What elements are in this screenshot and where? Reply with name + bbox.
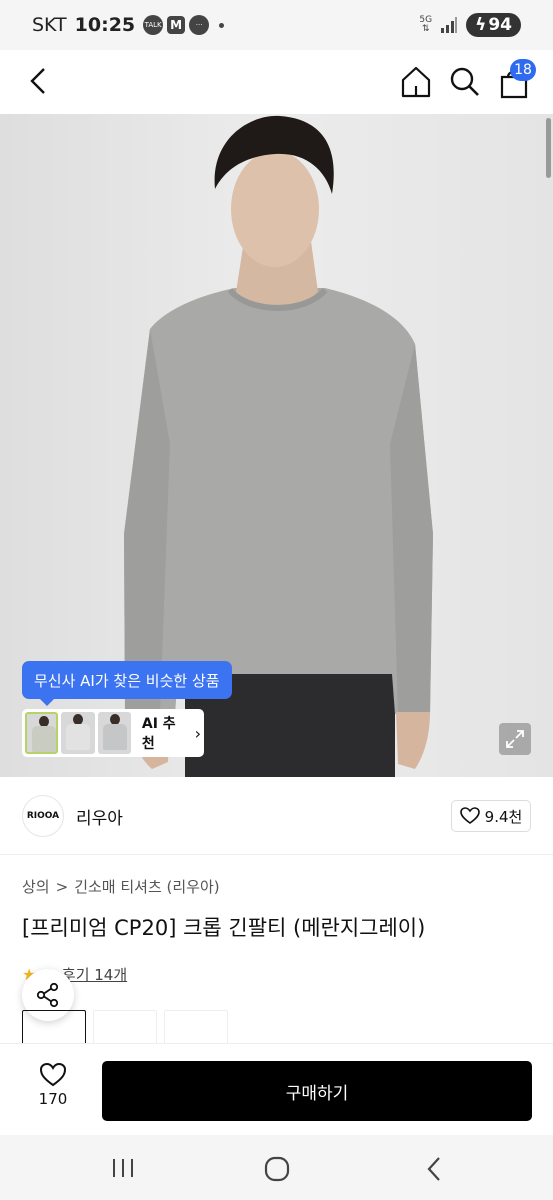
carrier-label: SKT <box>32 14 67 36</box>
breadcrumb: 상의 > 긴소매 티셔츠 (리우아) <box>22 876 220 897</box>
option-tiles <box>22 1010 228 1044</box>
recent-apps-icon[interactable] <box>108 1157 138 1179</box>
breadcrumb-separator: > <box>55 877 69 896</box>
similar-product-thumbnail[interactable] <box>25 712 59 754</box>
ai-similar-tooltip: 무신사 AI가 찾은 비슷한 상품 <box>22 661 232 706</box>
signal-icon <box>441 17 458 33</box>
heart-icon <box>39 1062 67 1087</box>
battery-indicator: ϟ 94 <box>466 13 521 37</box>
purchase-bar: 170 구매하기 <box>0 1043 553 1135</box>
back-nav-icon[interactable] <box>422 1155 446 1183</box>
system-nav-bar <box>0 1135 553 1200</box>
brand-row: RIOOA 리우아 9.4천 <box>0 777 553 855</box>
status-bar: SKT 10:25 TALK M ··· 5G ⇅ ϟ 94 <box>0 0 553 50</box>
ai-recommend-label: AI 추천 <box>141 716 176 752</box>
network-icon: 5G ⇅ <box>419 15 433 34</box>
cart-badge: 18 <box>510 59 536 81</box>
buy-button[interactable]: 구매하기 <box>102 1061 532 1121</box>
share-icon <box>36 982 59 1008</box>
brand-logo[interactable]: RIOOA <box>22 795 64 837</box>
option-tile[interactable] <box>164 1010 228 1044</box>
talk-icon: TALK <box>143 15 164 35</box>
brand-name[interactable]: 리우아 <box>76 804 123 829</box>
status-right: 5G ⇅ ϟ 94 <box>419 13 521 37</box>
home-icon[interactable] <box>398 64 434 100</box>
breadcrumb-item[interactable]: 상의 <box>22 876 50 897</box>
breadcrumb-item[interactable]: 긴소매 티셔츠 (리우아) <box>74 876 219 897</box>
heart-icon <box>459 807 480 824</box>
clock: 10:25 <box>74 14 136 36</box>
back-button[interactable] <box>22 64 56 98</box>
wishlist-button[interactable]: 170 <box>22 1062 84 1118</box>
expand-icon[interactable] <box>499 723 531 755</box>
status-left: SKT 10:25 TALK M ··· <box>32 14 225 36</box>
similar-product-thumbnail[interactable] <box>61 712 95 754</box>
wishlist-count: 170 <box>38 1090 68 1108</box>
option-tile[interactable] <box>22 1010 86 1044</box>
search-icon[interactable] <box>447 64 483 100</box>
similar-product-thumbnail[interactable] <box>97 712 131 754</box>
scrollbar-thumb[interactable] <box>546 118 551 178</box>
top-header: 18 <box>0 50 553 114</box>
battery-level: 94 <box>488 15 512 35</box>
home-nav-icon[interactable] <box>263 1155 291 1183</box>
option-tile[interactable] <box>93 1010 157 1044</box>
brand-like-count: 9.4천 <box>484 807 523 826</box>
more-notifications-icon <box>219 22 225 28</box>
notification-icons: TALK M ··· <box>143 15 225 35</box>
product-title: [프리미엄 CP20] 크롭 긴팔티 (메란지그레이) <box>22 916 426 940</box>
m-icon: M <box>167 16 186 34</box>
chevron-right-icon: › <box>194 723 201 743</box>
review-link[interactable]: 후기 14개 <box>62 964 127 985</box>
brand-like-button[interactable]: 9.4천 <box>451 800 531 832</box>
chat-icon: ··· <box>189 15 210 35</box>
ai-recommend-button[interactable]: AI 추천 › <box>22 709 204 757</box>
charging-icon: ϟ <box>475 15 487 35</box>
